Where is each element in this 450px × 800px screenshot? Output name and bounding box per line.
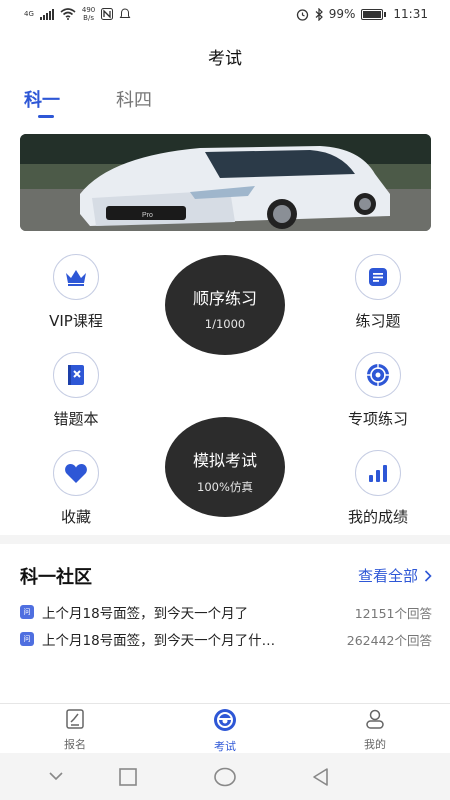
bar-chart-icon: [355, 450, 401, 496]
system-nav-bar: [0, 753, 450, 800]
question-item[interactable]: 问 上个月18号面签，到今天一个月了什… 262442个回答: [20, 628, 432, 650]
question-item[interactable]: 问 上个月18号面签，到今天一个月了 12151个回答: [20, 601, 432, 623]
mock-exam-subtitle: 100%仿真: [197, 480, 253, 494]
car-image: Pro: [20, 134, 431, 231]
question-text: 上个月18号面签，到今天一个月了什…: [42, 633, 276, 649]
nav-register[interactable]: 报名: [35, 708, 115, 752]
back-icon[interactable]: [311, 767, 329, 787]
special-practice-label: 专项练习: [347, 410, 408, 428]
mock-exam-title: 模拟考试: [192, 451, 257, 470]
steering-wheel-icon: [214, 709, 236, 731]
notebook-x-icon: [53, 352, 99, 398]
target-icon: [355, 352, 401, 398]
heart-icon: [53, 450, 99, 496]
practice-questions-label: 练习题: [355, 312, 401, 330]
favorites-button[interactable]: 收藏: [26, 450, 126, 527]
status-left: 4G 490 B/s: [24, 6, 131, 22]
view-all-label: 查看全部: [357, 567, 418, 585]
document-icon: [355, 254, 401, 300]
favorites-label: 收藏: [60, 508, 91, 526]
alarm-icon: [296, 8, 308, 21]
wifi-icon: [60, 8, 76, 20]
my-scores-label: 我的成绩: [347, 508, 408, 526]
battery-fill: [363, 10, 382, 18]
answer-count: 262442个回答: [346, 632, 432, 648]
clock: 11:31: [393, 7, 428, 21]
tab-ke-si[interactable]: 科四: [116, 86, 152, 112]
net-speed: 490 B/s: [82, 6, 95, 22]
question-badge-icon: 问: [20, 605, 34, 619]
banner-plate-text: Pro: [142, 212, 153, 219]
wrong-questions-button[interactable]: 错题本: [26, 352, 126, 429]
view-all-link[interactable]: 查看全部: [358, 565, 432, 586]
my-scores-button[interactable]: 我的成绩: [328, 450, 428, 527]
sequence-practice-progress: 1/1000: [204, 317, 246, 331]
nfc-icon: [101, 8, 114, 20]
question-badge-icon: 问: [20, 632, 34, 646]
crown-icon: [53, 254, 99, 300]
answer-count: 12151个回答: [354, 605, 432, 621]
home-icon[interactable]: [214, 767, 236, 787]
nav-mine[interactable]: 我的: [335, 708, 415, 752]
sequence-practice-title: 顺序练习: [192, 289, 257, 308]
nav-mine-label: 我的: [364, 738, 386, 751]
nav-exam-label: 考试: [214, 740, 236, 753]
wrong-questions-label: 错题本: [53, 410, 99, 428]
signal-icon: [39, 8, 54, 20]
register-icon: [66, 709, 84, 729]
battery-percent: 99%: [328, 7, 356, 21]
sequence-practice-button[interactable]: 顺序练习 1/1000: [165, 255, 285, 355]
chevron-down-icon[interactable]: [48, 770, 64, 782]
net-speed-value: 490: [81, 6, 96, 14]
user-icon: [366, 709, 384, 729]
net-speed-unit: B/s: [83, 14, 94, 22]
question-text: 上个月18号面签，到今天一个月了: [42, 606, 249, 622]
notification-icon: [119, 8, 131, 18]
practice-questions-button[interactable]: 练习题: [328, 254, 428, 331]
tab-active-indicator: [38, 115, 54, 118]
battery-icon: [361, 8, 387, 20]
status-right: 99% 11:31: [296, 7, 428, 21]
status-bar: 4G 490 B/s 99% 11:31: [0, 0, 450, 32]
recents-icon[interactable]: [119, 768, 137, 786]
nav-exam[interactable]: 考试: [185, 708, 265, 754]
community-title: 科一社区: [20, 567, 92, 588]
tab-ke-yi[interactable]: 科一: [24, 86, 60, 112]
page-title: 考试: [208, 49, 242, 69]
promo-banner[interactable]: Pro: [20, 134, 431, 231]
special-practice-button[interactable]: 专项练习: [328, 352, 428, 429]
mock-exam-button[interactable]: 模拟考试 100%仿真: [165, 417, 285, 517]
bluetooth-icon: [315, 7, 323, 21]
network-label: 4G: [24, 10, 34, 18]
section-divider: [0, 535, 450, 544]
vip-course-label: VIP课程: [49, 312, 103, 330]
bottom-nav: 报名 考试 我的: [0, 703, 450, 753]
chevron-right-icon: [424, 569, 432, 582]
nav-register-label: 报名: [64, 738, 86, 751]
vip-course-button[interactable]: VIP课程: [26, 254, 126, 331]
